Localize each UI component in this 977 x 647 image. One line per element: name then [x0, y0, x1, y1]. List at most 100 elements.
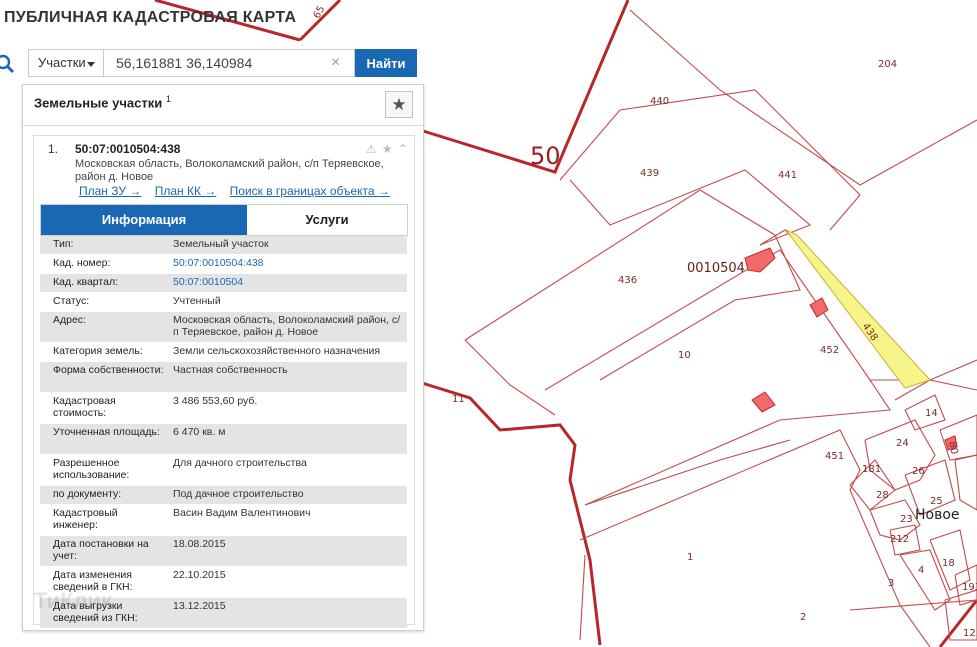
parcel-boundary	[864, 419, 936, 491]
tabs: Информация Услуги	[40, 204, 408, 236]
map-label: 24	[896, 438, 909, 449]
map-label: 18	[942, 558, 955, 569]
table-row: по документу: Под дачное строительство	[40, 486, 407, 505]
table-row: Категория земель: Земли сельскохозяйствен…	[40, 343, 407, 362]
parcel-boundary	[849, 599, 977, 611]
attr-key: Дата постановки на учет:	[53, 538, 149, 562]
map-label: 4	[918, 565, 924, 576]
panel-title: Земельные участки 1	[34, 94, 171, 110]
attr-value: 22.10.2015	[173, 569, 226, 581]
attr-value: Земельный участок	[173, 238, 269, 250]
map-label: 436	[618, 275, 637, 286]
map-label: 80	[946, 441, 959, 455]
table-row: Уточненная площадь: 6 470 кв. м	[40, 424, 407, 455]
attr-value: Васин Вадим Валентинович	[173, 507, 311, 519]
panel-header: Земельные участки 1 ★	[23, 85, 423, 126]
attr-value-link[interactable]: 50:07:0010504:438	[173, 257, 403, 269]
map-label: 440	[650, 96, 669, 107]
map-label: 0010504	[687, 261, 745, 276]
panel-title-text: Земельные участки	[34, 95, 163, 111]
attr-value: Учтенный	[173, 295, 221, 307]
attr-value: Земли сельскохозяйственного назначения	[173, 345, 381, 357]
attr-value: 18.08.2015	[173, 538, 226, 550]
clear-icon[interactable]: ×	[331, 54, 340, 72]
building-footprint	[751, 391, 776, 413]
search-bar: Участки × Найти	[0, 49, 420, 79]
map-label: 12	[963, 628, 976, 639]
result-tools-icons[interactable]: ⚠ ★ ⌃	[366, 142, 409, 156]
watermark: ТиКлик	[34, 588, 113, 613]
parcel-boundary	[954, 454, 977, 511]
plan-zu-link[interactable]: План ЗУ →	[79, 184, 141, 198]
map-label: 10	[678, 350, 691, 361]
map-label: 28	[876, 490, 889, 501]
search-icon[interactable]	[0, 53, 16, 75]
map-label: 26	[912, 466, 925, 477]
map-label: 23	[900, 514, 913, 525]
table-row: Кадастровый инженер: Васин Вадим Валентин…	[40, 505, 407, 536]
district-number-label: 50	[530, 142, 561, 170]
result-count: 1	[165, 94, 171, 104]
attr-key: Кад. квартал:	[53, 276, 118, 288]
attr-key: Адрес:	[53, 314, 86, 326]
attr-key: Категория земель:	[53, 345, 143, 357]
attr-key: Разрешенное использование:	[53, 457, 130, 481]
map-label: 212	[890, 534, 909, 545]
plan-kk-link[interactable]: План КК →	[155, 184, 217, 198]
attr-key: Статус:	[53, 295, 90, 307]
selected-parcel-438[interactable]	[785, 229, 931, 389]
map-label: 193	[962, 582, 977, 593]
attr-value: Под дачное строительство	[173, 488, 304, 500]
parcel-boundary	[569, 169, 812, 246]
building-footprint	[809, 297, 829, 318]
table-row: Кад. номер: 50:07:0010504:438	[40, 255, 407, 274]
favorite-star-icon[interactable]: ★	[385, 91, 413, 118]
table-row: Статус: Учтенный	[40, 293, 407, 312]
map-label: 3	[888, 578, 894, 589]
search-in-bounds-link[interactable]: Поиск в границах объекта →	[230, 184, 390, 198]
attr-value: Московская область, Волоколамский район,…	[173, 314, 401, 338]
table-row: Форма собственности: Частная собственност…	[40, 362, 407, 393]
parcel-boundary	[559, 89, 861, 231]
parcel-boundary	[629, 9, 977, 186]
result-cad-number[interactable]: 50:07:0010504:438	[75, 142, 180, 156]
layer-select[interactable]: Участки	[28, 49, 104, 77]
chevron-down-icon	[87, 62, 95, 67]
parcel-boundary	[579, 554, 586, 641]
settlement-label: Новое	[915, 507, 960, 523]
map-label: 452	[820, 345, 839, 356]
map-label: 65	[312, 4, 328, 21]
search-input[interactable]	[103, 49, 355, 77]
results-panel: Земельные участки 1 ★ 1. 50:07:0010504:4…	[22, 84, 424, 631]
app-title: ПУБЛИЧНАЯ КАДАСТРОВАЯ КАРТА	[4, 9, 297, 26]
district-boundary	[419, 0, 630, 174]
map-label: 25	[930, 496, 943, 507]
map-label: 439	[640, 168, 659, 179]
map-label: 441	[778, 170, 797, 181]
map-label: 1	[687, 552, 693, 563]
attr-key: Кад. номер:	[53, 257, 111, 269]
result-number: 1.	[48, 142, 59, 156]
map-label: 204	[878, 59, 897, 70]
attr-value: 3 486 553,60 руб.	[173, 395, 258, 407]
attr-value: Частная собственность	[173, 364, 288, 376]
table-row: Разрешенное использование: Для дачного ст…	[40, 455, 407, 486]
attr-value: 6 470 кв. м	[173, 426, 226, 438]
map-label: 14	[925, 408, 938, 419]
result-card: 1. 50:07:0010504:438 Московская область,…	[33, 135, 415, 629]
tab-info[interactable]: Информация	[41, 205, 247, 235]
table-row: Тип: Земельный участок	[40, 236, 407, 255]
attr-value-link[interactable]: 50:07:0010504	[173, 276, 403, 288]
attr-key: по документу:	[53, 488, 122, 500]
tab-services[interactable]: Услуги	[247, 205, 407, 235]
table-row: Дата постановки на учет: 18.08.2015	[40, 536, 407, 567]
district-boundary	[421, 381, 602, 646]
find-button[interactable]: Найти	[355, 49, 417, 77]
map-label: 11	[452, 394, 465, 405]
parcel-boundary	[579, 429, 931, 647]
attr-key: Кадастровая стоимость:	[53, 395, 116, 419]
table-row: Кад. квартал: 50:07:0010504	[40, 274, 407, 293]
map-label: 451	[825, 451, 844, 462]
map-label: 181	[862, 464, 881, 475]
result-links: План ЗУ → План КК → Поиск в границах объ…	[79, 184, 400, 198]
